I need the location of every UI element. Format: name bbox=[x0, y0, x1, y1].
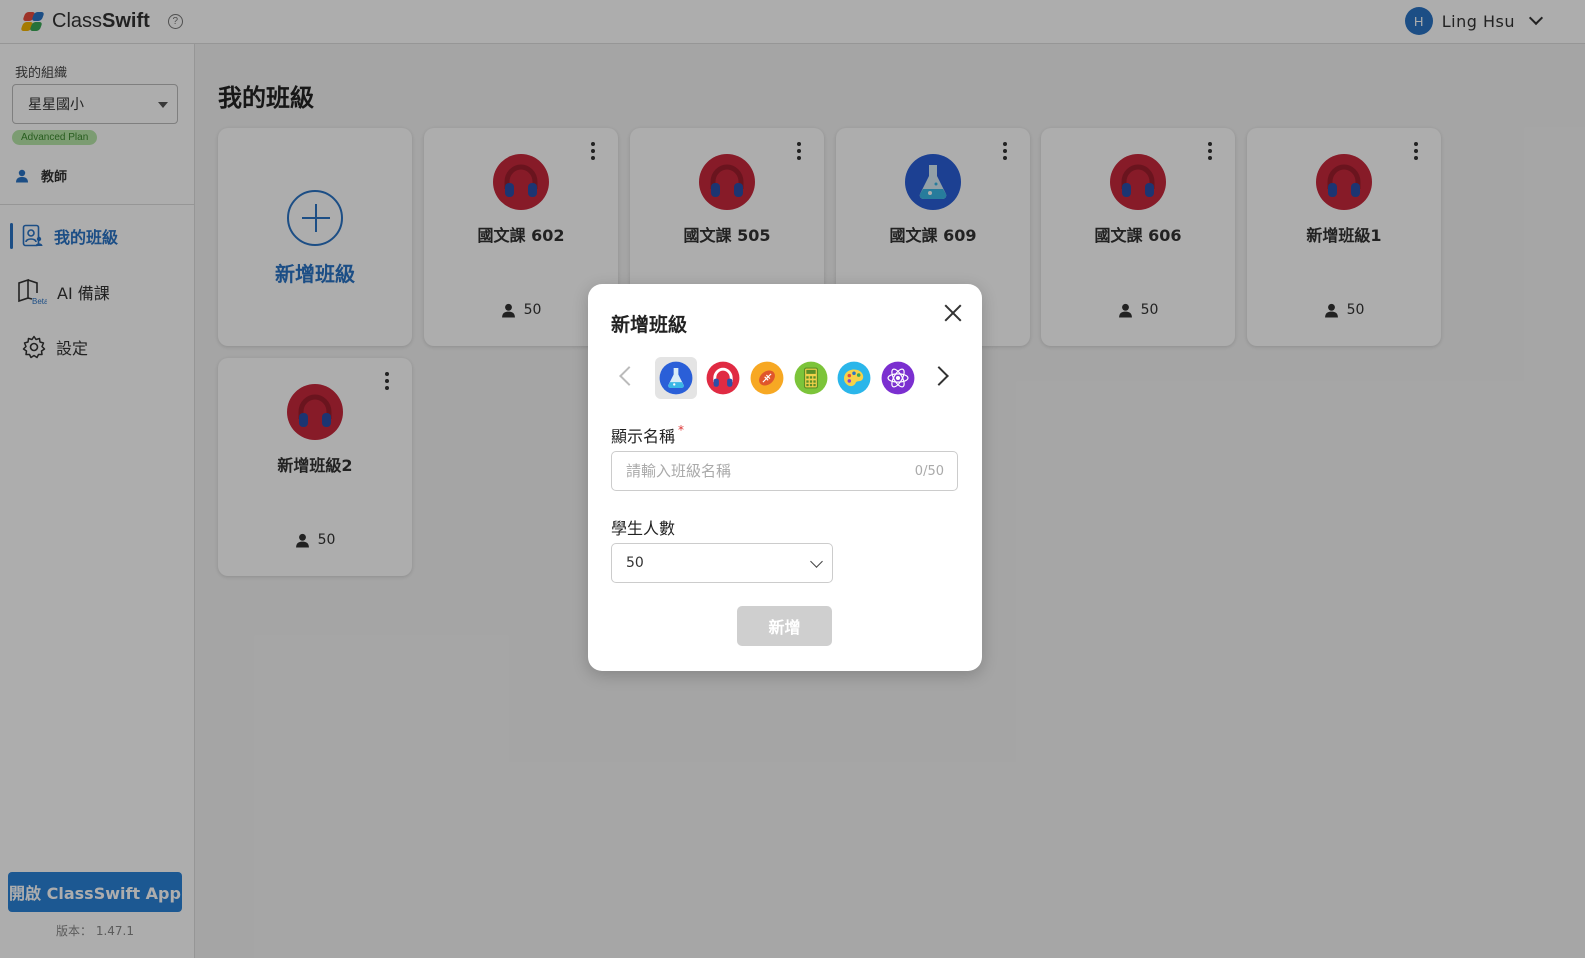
submit-button[interactable]: 新增 bbox=[737, 606, 832, 646]
chevron-left-icon[interactable] bbox=[619, 366, 639, 386]
add-class-dialog: 新增班級 顯示名稱* 0/50 學生人數 50 新增 bbox=[588, 284, 982, 671]
close-icon[interactable] bbox=[942, 302, 964, 324]
chevron-down-icon bbox=[810, 555, 823, 568]
student-count-label: 學生人數 bbox=[611, 519, 676, 538]
class-name-input[interactable] bbox=[611, 451, 958, 491]
palette-icon[interactable] bbox=[837, 361, 871, 395]
football-icon[interactable] bbox=[750, 361, 784, 395]
flask-icon[interactable] bbox=[659, 361, 693, 395]
dialog-title: 新增班級 bbox=[611, 314, 688, 336]
char-counter: 0/50 bbox=[914, 464, 944, 479]
student-count-value: 50 bbox=[626, 555, 644, 571]
required-mark: * bbox=[678, 423, 685, 437]
chevron-right-icon[interactable] bbox=[929, 366, 949, 386]
atom-icon[interactable] bbox=[881, 361, 915, 395]
calculator-icon[interactable] bbox=[794, 361, 828, 395]
student-count-select[interactable]: 50 bbox=[611, 543, 833, 583]
name-field-label: 顯示名稱 * bbox=[611, 423, 685, 446]
headphones-icon[interactable] bbox=[706, 361, 740, 395]
